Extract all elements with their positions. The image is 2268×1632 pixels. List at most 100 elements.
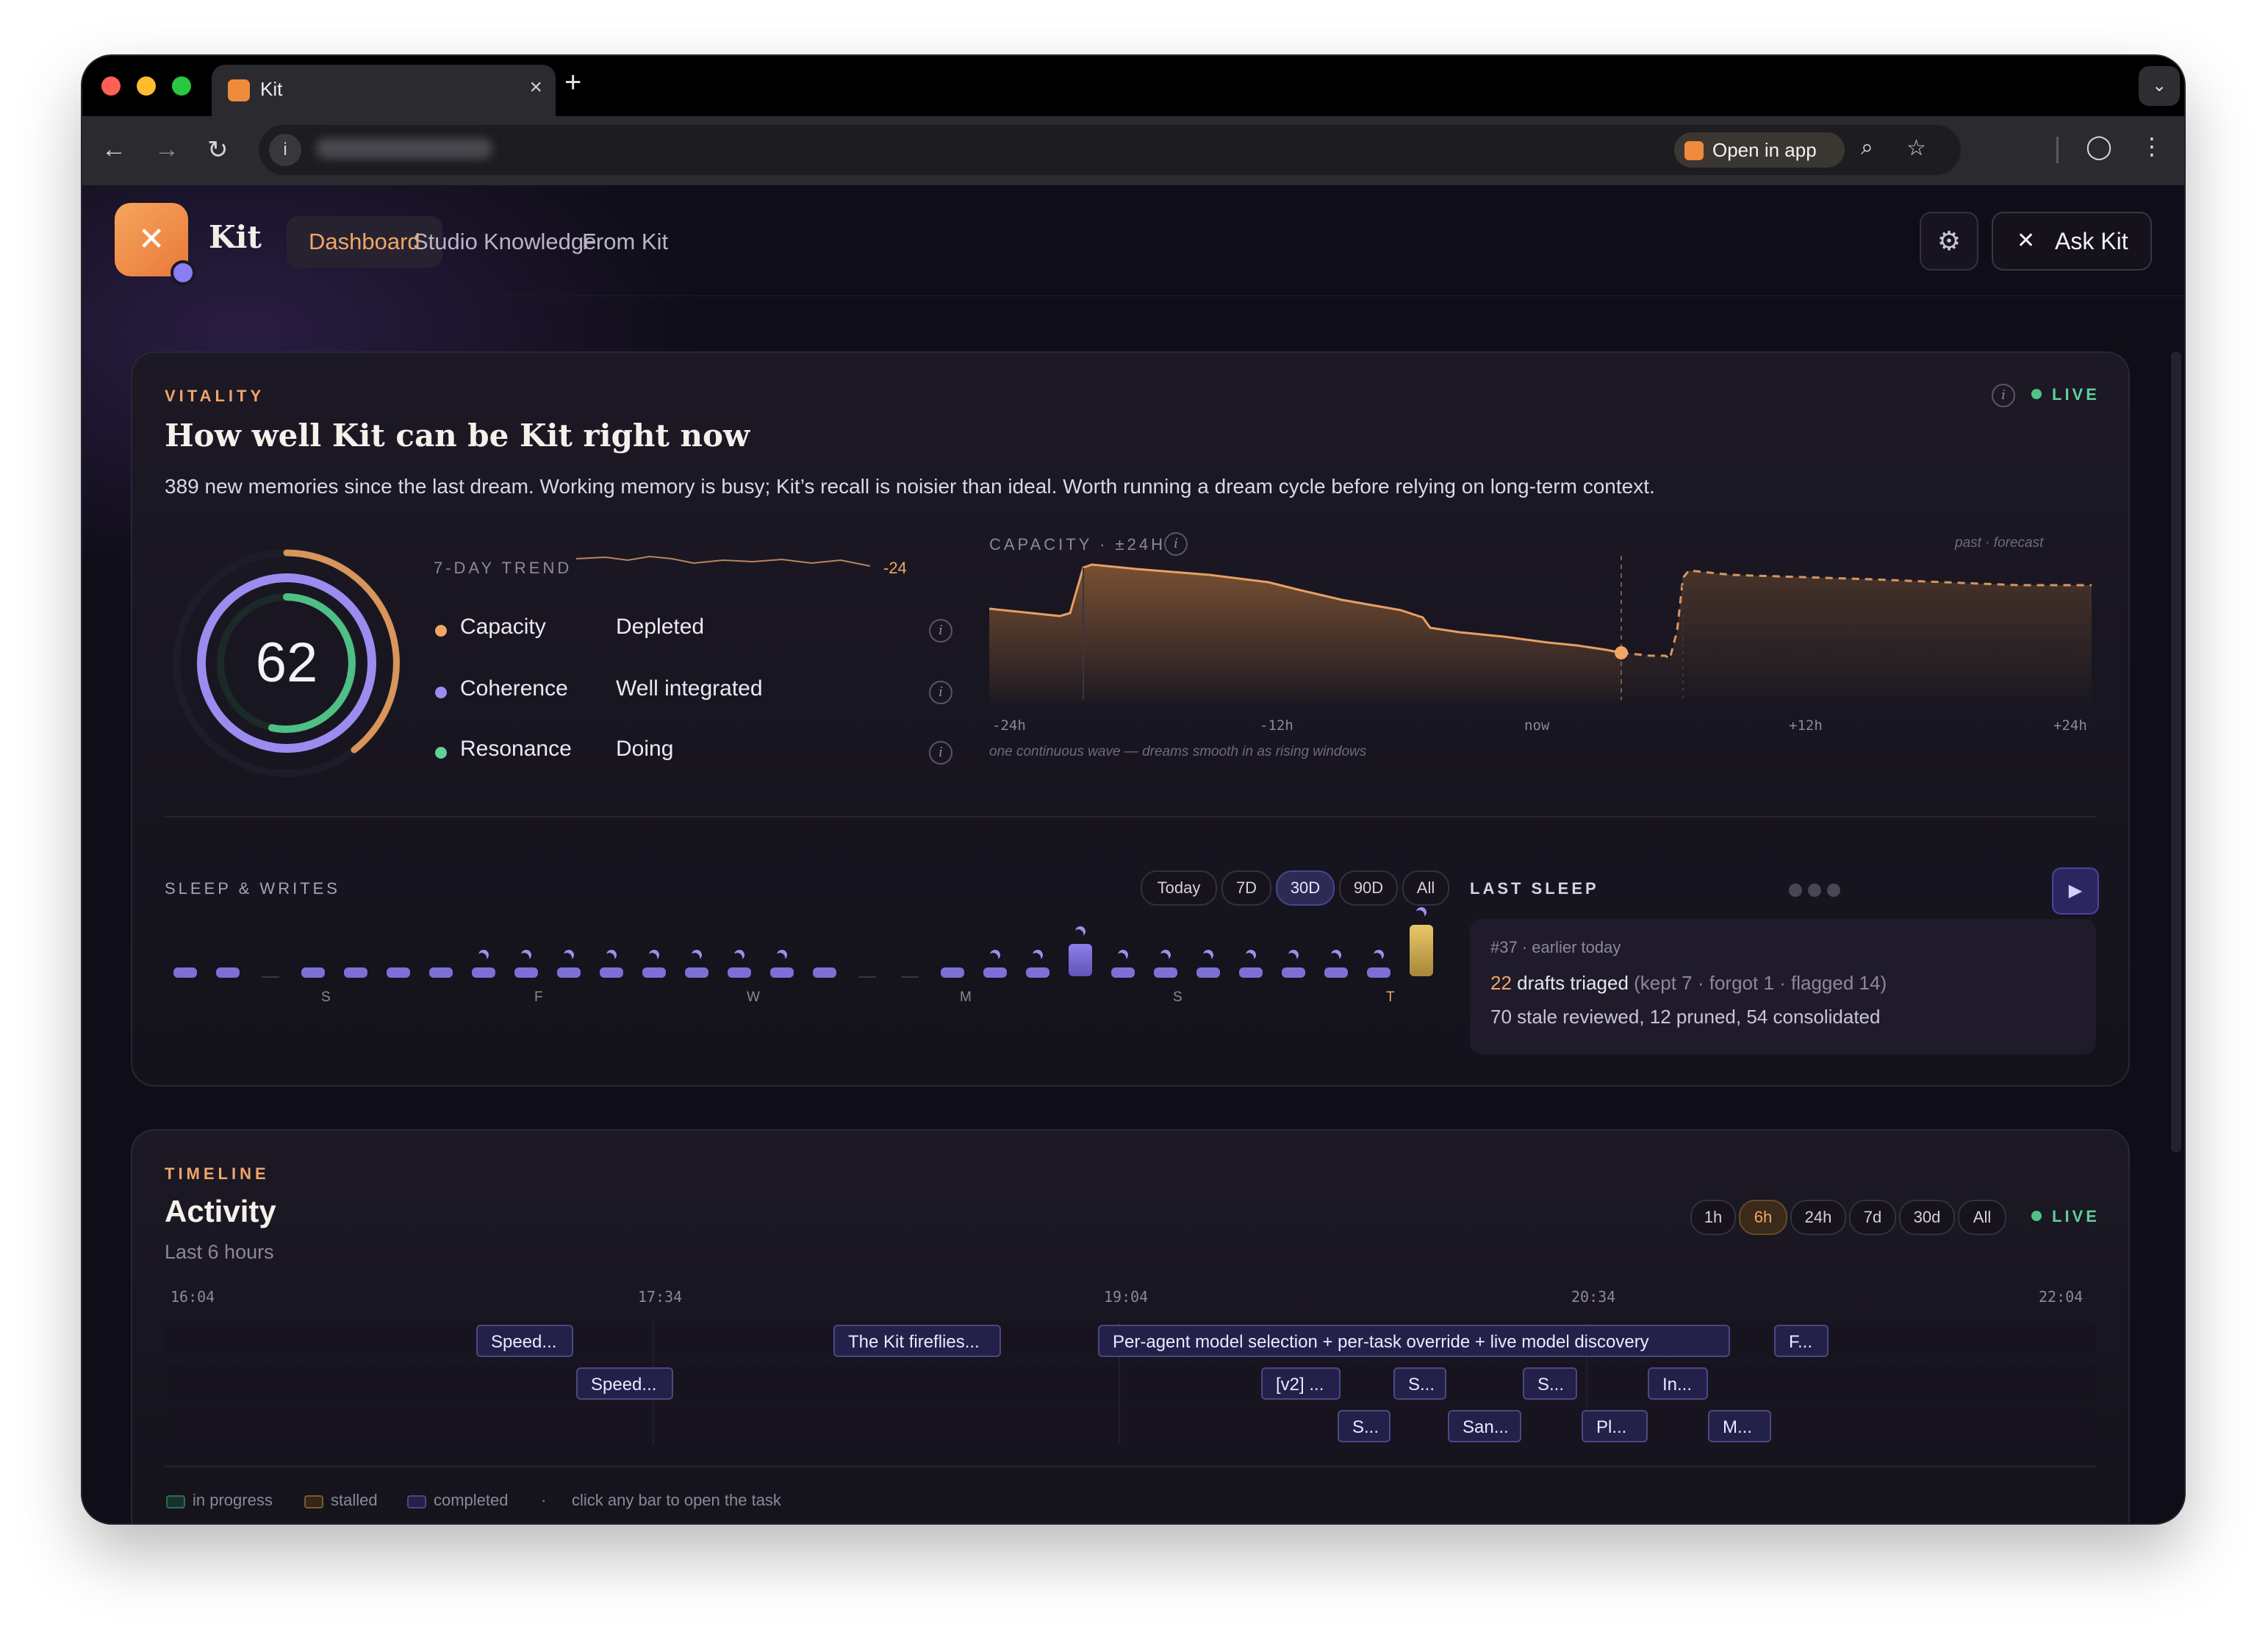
- new-tab-icon[interactable]: +: [564, 66, 581, 99]
- sleep-day-bar[interactable]: [1026, 967, 1049, 978]
- sleep-empty-day[interactable]: [858, 976, 876, 978]
- bookmark-star-icon[interactable]: ☆: [1906, 135, 1926, 161]
- reload-icon[interactable]: ↻: [207, 135, 229, 165]
- sleep-day-bar[interactable]: [1410, 925, 1433, 976]
- sleep-day-bar[interactable]: [514, 967, 538, 978]
- capacity-chart-info-icon[interactable]: i: [1164, 532, 1188, 556]
- task-bar[interactable]: M...: [1708, 1410, 1771, 1442]
- task-bar[interactable]: S...: [1523, 1367, 1577, 1400]
- tl-range-all[interactable]: All: [1958, 1200, 2006, 1235]
- play-sleep-icon[interactable]: ▶: [2052, 867, 2099, 915]
- moon-icon: [733, 948, 746, 962]
- task-bar[interactable]: Pl...: [1582, 1410, 1648, 1442]
- ask-kit-button[interactable]: ✕ Ask Kit: [1992, 212, 2152, 271]
- coherence-info-icon[interactable]: i: [929, 681, 952, 704]
- sleep-empty-day[interactable]: [262, 976, 279, 978]
- sleep-day-bar[interactable]: [685, 967, 708, 978]
- site-info-icon[interactable]: i: [269, 134, 301, 166]
- browser-tab[interactable]: Kit ×: [212, 65, 556, 116]
- settings-gear-icon[interactable]: ⚙: [1920, 212, 1978, 271]
- sleep-day-bar[interactable]: [173, 967, 197, 978]
- day-letter-4: M: [960, 989, 972, 1005]
- kit-favicon-icon: [228, 79, 250, 101]
- task-bar[interactable]: Speed...: [576, 1367, 673, 1400]
- open-in-app-button[interactable]: Open in app: [1674, 132, 1845, 168]
- range-30d[interactable]: 30D: [1276, 870, 1335, 906]
- sleep-day-bar[interactable]: [642, 967, 666, 978]
- range-90d[interactable]: 90D: [1339, 870, 1398, 906]
- profile-icon[interactable]: ◯: [2086, 132, 2112, 160]
- address-bar[interactable]: i Open in app ⌕ ☆: [259, 125, 1961, 175]
- sleep-day-bar[interactable]: [344, 967, 367, 978]
- drafts-line: 22 drafts triaged (kept 7 · forgot 1 · f…: [1490, 972, 1887, 995]
- trend-label: 7-DAY TREND: [434, 559, 573, 577]
- sleep-day-bar[interactable]: [600, 967, 623, 978]
- task-bar[interactable]: In...: [1648, 1367, 1708, 1400]
- tl-range-24h[interactable]: 24h: [1790, 1200, 1846, 1235]
- last-sleep-panel: #37 · earlier today 22 drafts triaged (k…: [1470, 919, 2096, 1054]
- sleep-day-bar[interactable]: [1324, 967, 1348, 978]
- nav-from-kit[interactable]: From Kit: [560, 216, 690, 268]
- sleep-day-bar[interactable]: [472, 967, 495, 978]
- sleep-day-bar[interactable]: [983, 967, 1007, 978]
- tl-tick-4: 20:34: [1571, 1288, 1616, 1306]
- tl-range-6h[interactable]: 6h: [1739, 1200, 1787, 1235]
- sleep-page-dot-2[interactable]: [1808, 884, 1821, 897]
- moon-icon: [690, 948, 703, 962]
- capacity-dot: [435, 625, 447, 637]
- sleep-day-bar[interactable]: [557, 967, 581, 978]
- sleep-day-bar[interactable]: [387, 967, 410, 978]
- tl-range-1h[interactable]: 1h: [1690, 1200, 1736, 1235]
- sleep-day-bar[interactable]: [770, 967, 794, 978]
- range-today[interactable]: Today: [1141, 870, 1217, 906]
- vitality-score: 62: [255, 631, 318, 694]
- sleep-day-bar[interactable]: [429, 967, 453, 978]
- task-bar[interactable]: San...: [1448, 1410, 1521, 1442]
- sleep-day-bar[interactable]: [1154, 967, 1177, 978]
- sleep-page-dot-1[interactable]: [1789, 884, 1802, 897]
- timeline-row-2: [166, 1364, 2096, 1401]
- page-scrollbar[interactable]: [2171, 351, 2181, 1153]
- sleep-day-bar[interactable]: [1196, 967, 1220, 978]
- sleep-day-bar[interactable]: [1069, 944, 1092, 976]
- browser-menu-icon[interactable]: ⋮: [2140, 132, 2164, 160]
- sleep-day-bar[interactable]: [216, 967, 240, 978]
- kit-logo[interactable]: ✕: [115, 203, 195, 285]
- sleep-page-dot-3[interactable]: [1827, 884, 1840, 897]
- cap-tick-4: +12h: [1789, 717, 1823, 734]
- vitality-info-icon[interactable]: i: [1992, 384, 2015, 407]
- task-bar[interactable]: S...: [1338, 1410, 1390, 1442]
- timeline-live-indicator: LIVE: [2031, 1207, 2100, 1226]
- sleep-day-bar[interactable]: [728, 967, 751, 978]
- back-arrow-icon[interactable]: ←: [101, 135, 126, 164]
- sleep-day-bar[interactable]: [301, 967, 325, 978]
- resonance-info-icon[interactable]: i: [929, 741, 952, 765]
- sleep-empty-day[interactable]: [901, 976, 919, 978]
- capacity-info-icon[interactable]: i: [929, 619, 952, 643]
- close-window-button[interactable]: [101, 76, 121, 96]
- sleep-day-bar[interactable]: [941, 967, 964, 978]
- sleep-day-bar[interactable]: [1282, 967, 1305, 978]
- moon-icon: [775, 948, 789, 962]
- close-tab-icon[interactable]: ×: [529, 75, 542, 100]
- zoom-icon[interactable]: ⌕: [1861, 135, 1873, 160]
- task-bar[interactable]: S...: [1393, 1367, 1446, 1400]
- task-bar[interactable]: The Kit fireflies...: [833, 1325, 1001, 1357]
- task-bar[interactable]: Speed...: [476, 1325, 573, 1357]
- task-bar[interactable]: [v2] ...: [1261, 1367, 1341, 1400]
- sleep-day-bar[interactable]: [1239, 967, 1263, 978]
- timeline-title: Activity: [165, 1194, 276, 1228]
- minimize-window-button[interactable]: [137, 76, 156, 96]
- sleep-day-bar[interactable]: [1111, 967, 1135, 978]
- task-bar[interactable]: F...: [1774, 1325, 1829, 1357]
- tab-search-chevron-icon[interactable]: ⌄: [2139, 66, 2180, 106]
- sleep-day-bar[interactable]: [1367, 967, 1390, 978]
- task-bar[interactable]: Per-agent model selection + per-task ove…: [1098, 1325, 1730, 1357]
- tl-range-7d[interactable]: 7d: [1849, 1200, 1896, 1235]
- forward-arrow-icon[interactable]: →: [154, 135, 179, 164]
- tl-range-30d[interactable]: 30d: [1899, 1200, 1955, 1235]
- range-7d[interactable]: 7D: [1221, 870, 1271, 906]
- maximize-window-button[interactable]: [172, 76, 191, 96]
- range-all[interactable]: All: [1402, 870, 1449, 906]
- sleep-day-bar[interactable]: [813, 967, 836, 978]
